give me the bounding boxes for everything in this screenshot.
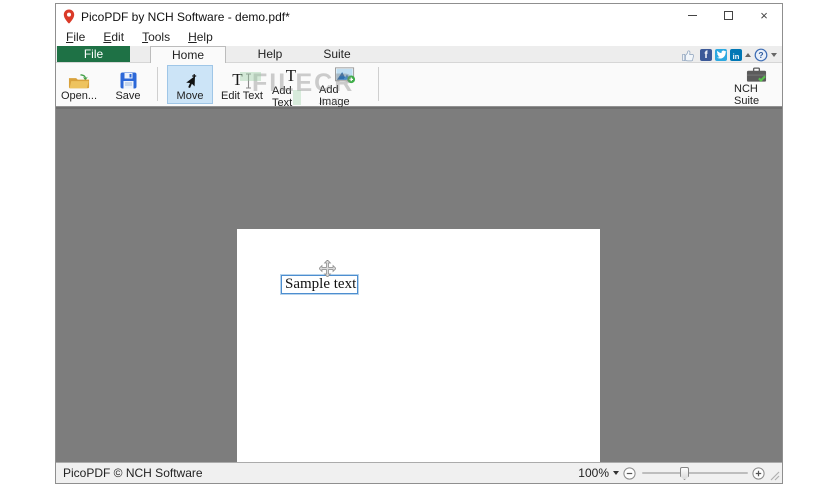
add-text-label: Add Text (272, 85, 310, 109)
window-title: PicoPDF by NCH Software - demo.pdf* (81, 10, 290, 24)
minimize-button[interactable] (674, 4, 710, 27)
minimize-icon (688, 15, 697, 16)
collapse-ribbon-icon[interactable] (745, 53, 751, 57)
menu-help[interactable]: Help (179, 29, 222, 46)
nch-suite-button[interactable]: NCH Suite (731, 65, 781, 104)
zoom-slider-track[interactable] (642, 472, 748, 474)
help-icon[interactable]: ? (754, 48, 768, 62)
facebook-icon[interactable]: f (700, 49, 712, 61)
add-image-icon (335, 67, 356, 84)
toolbar-separator (378, 67, 379, 101)
document-canvas[interactable]: Sample text (56, 107, 782, 462)
open-button[interactable]: Open... (56, 65, 102, 104)
save-floppy-icon (120, 67, 137, 89)
nch-suite-label: NCH Suite (734, 83, 778, 107)
maximize-icon (724, 11, 733, 20)
close-button[interactable]: × (746, 4, 782, 27)
status-bar: PicoPDF © NCH Software 100% (56, 462, 782, 483)
help-question-mark: ? (758, 50, 763, 60)
tab-home[interactable]: Home (150, 46, 226, 63)
ribbon-tab-bar: File Home Help Suite f in ? (56, 46, 782, 63)
close-icon: × (760, 9, 768, 22)
linkedin-icon[interactable]: in (730, 49, 742, 61)
move-button[interactable]: Move (167, 65, 213, 104)
tab-help[interactable]: Help (240, 46, 300, 62)
title-bar: PicoPDF by NCH Software - demo.pdf* × (56, 4, 782, 29)
edit-text-label: Edit Text (221, 90, 263, 102)
edit-text-icon: T (232, 67, 251, 89)
pdf-page[interactable]: Sample text (237, 229, 600, 462)
sample-textbox[interactable]: Sample text (281, 275, 358, 294)
twitter-bird-glyph (716, 50, 727, 60)
add-image-label: Add Image (319, 84, 371, 108)
zoom-in-button[interactable] (752, 467, 765, 480)
menu-file[interactable]: File (57, 29, 94, 46)
add-image-button[interactable]: Add Image (316, 65, 374, 104)
nch-suite-briefcase-icon (746, 67, 767, 83)
help-dropdown-icon[interactable] (771, 53, 777, 57)
menu-edit[interactable]: Edit (94, 29, 133, 46)
toolbar-separator (157, 67, 158, 101)
move-label: Move (177, 90, 204, 102)
zoom-dropdown-caret-icon[interactable] (613, 471, 619, 475)
app-logo-icon (63, 9, 75, 24)
status-copyright: PicoPDF © NCH Software (63, 466, 203, 480)
edit-text-button[interactable]: T Edit Text (217, 65, 267, 104)
zoom-level-dropdown[interactable]: 100% (578, 466, 609, 480)
add-text-button[interactable]: T Add Text (269, 65, 313, 104)
toolbar: Open... Save (56, 63, 782, 107)
menu-tools[interactable]: Tools (133, 29, 179, 46)
open-folder-icon (68, 67, 91, 89)
tab-file[interactable]: File (57, 46, 130, 62)
save-label: Save (115, 90, 140, 102)
like-icon[interactable] (681, 48, 697, 62)
menu-bar: File Edit Tools Help (56, 29, 782, 46)
zoom-slider-thumb[interactable] (680, 467, 689, 480)
twitter-icon[interactable] (715, 49, 727, 61)
open-label: Open... (61, 90, 97, 102)
move-tool-icon (182, 67, 198, 89)
move-cursor-icon (319, 260, 336, 277)
linkedin-letters: in (733, 52, 740, 61)
app-window: PicoPDF by NCH Software - demo.pdf* × Fi… (55, 3, 783, 484)
save-button[interactable]: Save (106, 65, 150, 104)
facebook-letter: f (704, 51, 707, 61)
tab-suite[interactable]: Suite (305, 46, 369, 62)
zoom-out-button[interactable] (623, 467, 636, 480)
resize-grip[interactable] (769, 470, 780, 481)
maximize-button[interactable] (710, 4, 746, 27)
add-text-icon: T (286, 67, 296, 85)
